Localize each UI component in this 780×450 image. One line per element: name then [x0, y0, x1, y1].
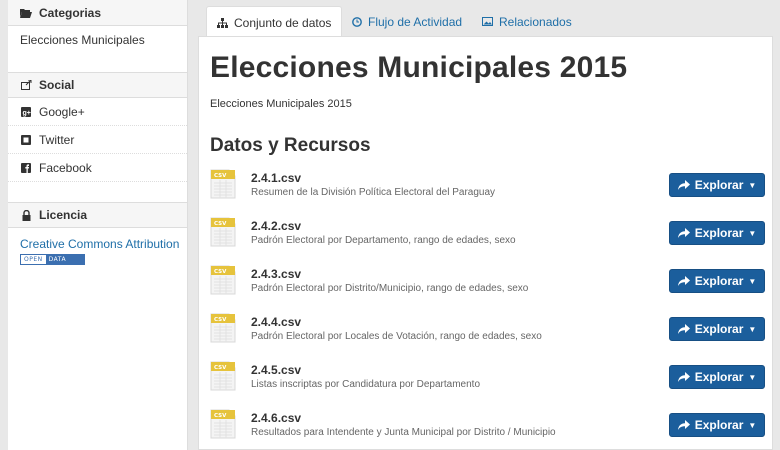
csv-file-icon[interactable]: CSV — [210, 265, 236, 295]
explore-dropdown-button[interactable]: Explorar ▼ — [669, 173, 765, 197]
svg-text:CSV: CSV — [214, 173, 227, 179]
resource-item: CSV 2.4.4.csv Padrón Electoral por Local… — [210, 311, 765, 359]
resource-list: CSV 2.4.1.csv Resumen de la División Pol… — [210, 167, 765, 450]
resource-name-link[interactable]: 2.4.1.csv — [251, 171, 301, 185]
share-arrow-icon — [677, 228, 690, 238]
resource-item: CSV 2.4.1.csv Resumen de la División Pol… — [210, 167, 765, 215]
caret-down-icon: ▼ — [748, 372, 757, 382]
social-google-plus-label[interactable]: Google+ — [39, 105, 85, 119]
svg-text:g+: g+ — [23, 110, 31, 117]
sitemap-icon — [217, 17, 228, 28]
explore-button-label[interactable]: Explorar — [695, 226, 744, 240]
picture-icon — [482, 17, 493, 26]
open-data-badge[interactable]: OPEN DATA — [20, 254, 85, 265]
category-label[interactable]: Elecciones Municipales — [20, 33, 145, 47]
facebook-icon — [20, 162, 32, 173]
caret-down-icon: ▼ — [748, 276, 757, 286]
resource-description: Padrón Electoral por Locales de Votación… — [251, 331, 542, 342]
csv-file-icon[interactable]: CSV — [210, 313, 236, 343]
resource-item: CSV 2.4.3.csv Padrón Electoral por Distr… — [210, 263, 765, 311]
tab-relacionados[interactable]: Relacionados — [472, 6, 582, 37]
license-heading: Licencia — [8, 202, 187, 228]
csv-file-icon[interactable]: CSV — [210, 169, 236, 199]
csv-file-icon[interactable]: CSV — [210, 217, 236, 247]
social-heading: Social — [8, 72, 187, 98]
open-data-badge-right: DATA — [45, 255, 84, 264]
resource-description: Resumen de la División Política Electora… — [251, 187, 496, 198]
tab-flujo-de-actividad-label[interactable]: Flujo de Actividad — [368, 15, 462, 29]
categories-heading: Categorias — [8, 0, 187, 26]
twitter-icon — [20, 134, 32, 145]
dataset-panel: Elecciones Municipales 2015 Elecciones M… — [198, 36, 773, 450]
social-facebook[interactable]: Facebook — [8, 154, 187, 182]
svg-text:CSV: CSV — [214, 221, 227, 227]
caret-down-icon: ▼ — [748, 228, 757, 238]
svg-text:CSV: CSV — [214, 365, 227, 371]
resource-description: Padrón Electoral por Distrito/Municipio,… — [251, 283, 529, 294]
resource-name-link[interactable]: 2.4.2.csv — [251, 219, 301, 233]
google-plus-icon: g+ — [20, 106, 32, 117]
tab-bar: Conjunto de datos Flujo de Actividad Rel… — [198, 0, 780, 38]
social-twitter-label[interactable]: Twitter — [39, 133, 74, 147]
social-google-plus[interactable]: g+ Google+ — [8, 98, 187, 126]
explore-button-label[interactable]: Explorar — [695, 418, 744, 432]
caret-down-icon: ▼ — [748, 420, 757, 430]
share-arrow-icon — [677, 276, 690, 286]
clock-icon — [352, 16, 362, 27]
tab-relacionados-label[interactable]: Relacionados — [499, 15, 572, 29]
resource-name-link[interactable]: 2.4.6.csv — [251, 411, 301, 425]
page-subtitle: Elecciones Municipales 2015 — [210, 98, 352, 110]
csv-file-icon[interactable]: CSV — [210, 409, 236, 439]
explore-dropdown-button[interactable]: Explorar ▼ — [669, 269, 765, 293]
social-facebook-label[interactable]: Facebook — [39, 161, 92, 175]
resource-item: CSV 2.4.6.csv Resultados para Intendente… — [210, 407, 765, 450]
license-heading-label: Licencia — [39, 208, 88, 222]
resource-name-link[interactable]: 2.4.3.csv — [251, 267, 301, 281]
categories-heading-label: Categorias — [39, 5, 102, 20]
csv-file-icon[interactable]: CSV — [210, 361, 236, 391]
resource-item: CSV 2.4.5.csv Listas inscriptas por Cand… — [210, 359, 765, 407]
caret-down-icon: ▼ — [748, 324, 757, 334]
share-arrow-icon — [677, 180, 690, 190]
resource-description: Padrón Electoral por Departamento, rango… — [251, 235, 516, 246]
tab-conjunto-de-datos-label[interactable]: Conjunto de datos — [234, 16, 331, 30]
share-arrow-icon — [677, 420, 690, 430]
explore-dropdown-button[interactable]: Explorar ▼ — [669, 221, 765, 245]
explore-button-label[interactable]: Explorar — [695, 274, 744, 288]
explore-button-label[interactable]: Explorar — [695, 370, 744, 384]
resource-item: CSV 2.4.2.csv Padrón Electoral por Depar… — [210, 215, 765, 263]
svg-text:CSV: CSV — [214, 269, 227, 275]
explore-dropdown-button[interactable]: Explorar ▼ — [669, 413, 765, 437]
category-link-elecciones[interactable]: Elecciones Municipales — [8, 26, 187, 54]
tab-conjunto-de-datos[interactable]: Conjunto de datos — [206, 6, 343, 38]
caret-down-icon: ▼ — [748, 180, 757, 190]
share-arrow-icon — [677, 372, 690, 382]
license-link[interactable]: Creative Commons Attribution — [8, 236, 187, 252]
tab-flujo-de-actividad[interactable]: Flujo de Actividad — [342, 6, 472, 37]
page-title: Elecciones Municipales 2015 — [210, 51, 628, 84]
share-icon — [20, 80, 32, 90]
resource-name-link[interactable]: 2.4.5.csv — [251, 363, 301, 377]
social-heading-label: Social — [39, 78, 75, 92]
svg-text:CSV: CSV — [214, 317, 227, 323]
social-twitter[interactable]: Twitter — [8, 126, 187, 154]
lock-icon — [20, 209, 32, 221]
folder-open-icon — [20, 8, 32, 18]
resource-description: Listas inscriptas por Candidatura por De… — [251, 379, 481, 390]
svg-text:CSV: CSV — [214, 413, 227, 419]
share-arrow-icon — [677, 324, 690, 334]
explore-button-label[interactable]: Explorar — [695, 322, 744, 336]
explore-dropdown-button[interactable]: Explorar ▼ — [669, 365, 765, 389]
resources-heading: Datos y Recursos — [210, 135, 371, 156]
resource-description: Resultados para Intendente y Junta Munic… — [251, 427, 556, 438]
resource-name-link[interactable]: 2.4.4.csv — [251, 315, 301, 329]
open-data-badge-left: OPEN — [21, 255, 46, 264]
explore-dropdown-button[interactable]: Explorar ▼ — [669, 317, 765, 341]
sidebar: Categorias Elecciones Municipales Social… — [8, 0, 188, 450]
explore-button-label[interactable]: Explorar — [695, 178, 744, 192]
